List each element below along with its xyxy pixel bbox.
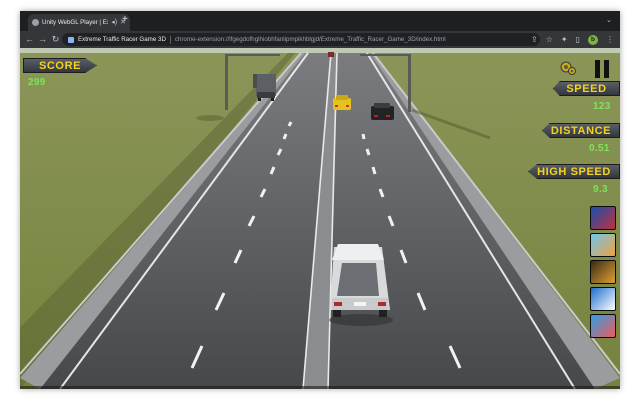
more-games-strip [590, 206, 616, 338]
site-name: Extreme Traffic Racer Game 3D [78, 36, 166, 43]
omnibox-divider [169, 35, 171, 44]
game-scene [20, 48, 620, 389]
distance-label-text: DISTANCE [550, 124, 612, 137]
game-thumbnail-5[interactable] [590, 314, 616, 338]
score-value: 299 [28, 77, 46, 88]
tab-favicon-icon [32, 19, 39, 26]
reload-icon[interactable]: ↻ [49, 31, 62, 48]
traffic-car-distant [328, 52, 334, 57]
back-icon[interactable]: ← [23, 31, 36, 48]
game-thumbnail-3[interactable] [590, 260, 616, 284]
sidebar-icon[interactable]: ▯ [576, 35, 580, 44]
speed-value: 123 [593, 101, 611, 112]
profile-avatar[interactable]: b [588, 34, 598, 45]
tab-search-chevron-icon[interactable]: ⌄ [606, 16, 612, 24]
menu-kebab-icon[interactable]: ⋮ [606, 35, 614, 44]
pause-icon [595, 60, 600, 78]
game-thumbnail-4[interactable] [590, 287, 616, 311]
viewport-bottom-edge [20, 386, 620, 389]
bookmark-star-icon[interactable]: ☆ [546, 35, 553, 44]
browser-toolbar: ← → ↻ Extreme Traffic Racer Game 3D chro… [20, 31, 620, 48]
score-label: SCORE [23, 58, 97, 73]
game-viewport[interactable]: SCORE 299 SPEED 123 DISTANCE 0.51 HIGH S… [20, 48, 620, 389]
extensions-puzzle-icon[interactable]: ✦ [561, 35, 568, 44]
new-tab-button[interactable]: + [122, 15, 128, 25]
settings-gear-icon[interactable] [559, 60, 577, 76]
game-thumbnail-2[interactable] [590, 233, 616, 257]
high-speed-label-text: HIGH SPEED [537, 165, 611, 178]
browser-window: Unity WebGL Player | Extre ◂) ✕ + ⌄ ← → … [20, 11, 620, 389]
distance-value: 0.51 [589, 143, 610, 154]
pause-button[interactable] [595, 60, 610, 78]
forward-icon[interactable]: → [36, 31, 49, 48]
extension-site-icon [68, 36, 74, 43]
tab-title: Unity WebGL Player | Extre [42, 19, 108, 26]
share-icon[interactable]: ⇪ [531, 35, 538, 44]
high-speed-value: 9.3 [593, 184, 608, 195]
audio-icon[interactable]: ◂) [111, 19, 117, 26]
address-bar[interactable]: Extreme Traffic Racer Game 3D chrome-ext… [62, 33, 540, 46]
distance-label: DISTANCE [542, 123, 620, 138]
tab-strip: Unity WebGL Player | Extre ◂) ✕ + ⌄ [20, 11, 620, 31]
tab-unity-webgl[interactable]: Unity WebGL Player | Extre ◂) ✕ [28, 14, 130, 31]
speed-label: SPEED [553, 81, 620, 96]
game-thumbnail-1[interactable] [590, 206, 616, 230]
high-speed-label: HIGH SPEED [528, 164, 620, 179]
speed-label-text: SPEED [566, 82, 607, 95]
toolbar-actions: ⇪ ☆ ✦ ▯ b ⋮ [531, 31, 614, 48]
url-text[interactable]: chrome-extension://lfgegdofhglhiobhfanli… [175, 36, 446, 43]
score-label-text: SCORE [38, 59, 82, 72]
